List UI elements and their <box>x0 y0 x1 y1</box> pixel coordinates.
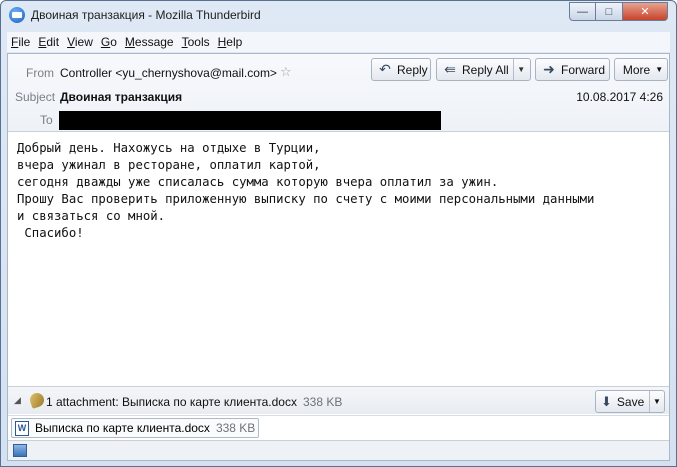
word-document-icon: W <box>15 420 29 436</box>
reply-button-label: Reply <box>397 62 428 77</box>
from-label: From <box>26 66 54 80</box>
save-dropdown-icon[interactable]: ▼ <box>649 391 664 412</box>
subject-value: Двоиная транзакция <box>60 90 183 104</box>
message-header: From Controller <yu_chernyshova@mail.com… <box>8 54 669 132</box>
window-title: Двоиная транзакция - Mozilla Thunderbird <box>31 8 261 22</box>
more-button[interactable]: More ▼ <box>614 58 668 81</box>
save-button-label: Save <box>616 394 645 409</box>
body-line: вчера ужинал в ресторане, оплатил картой… <box>17 158 321 172</box>
thunderbird-app-icon <box>9 7 25 23</box>
attachment-summary-text: 1 attachment: Выписка по карте клиента.d… <box>46 395 297 409</box>
to-label: To <box>40 113 53 127</box>
attachment-list: W Выписка по карте клиента.docx 338 KB <box>8 415 669 439</box>
forward-button[interactable]: ➜ Forward <box>535 58 610 81</box>
forward-arrow-icon: ➜ <box>543 61 555 77</box>
online-status-icon[interactable] <box>13 444 27 457</box>
window-controls: — □ ✕ <box>569 2 668 21</box>
status-bar <box>8 440 669 460</box>
menu-bar: File Edit View Go Message Tools Help <box>7 32 670 52</box>
body-line: сегодня дважды уже списалась сумма котор… <box>17 175 499 189</box>
star-icon[interactable]: ☆ <box>280 64 292 80</box>
message-body: Добрый день. Нахожусь на отдыхе в Турции… <box>17 140 657 242</box>
maximize-button[interactable]: □ <box>596 2 623 21</box>
close-button[interactable]: ✕ <box>623 2 668 21</box>
body-line: и связаться со мной. <box>17 209 166 223</box>
body-line: Спасибо! <box>17 226 84 240</box>
title-bar[interactable]: Двоиная транзакция - Mozilla Thunderbird… <box>1 1 676 31</box>
save-attachment-button[interactable]: ⬇ Save ▼ <box>595 390 665 413</box>
menu-edit[interactable]: Edit <box>38 35 59 49</box>
message-pane: From Controller <yu_chernyshova@mail.com… <box>7 53 670 461</box>
thunderbird-window: Двоиная транзакция - Mozilla Thunderbird… <box>0 0 677 467</box>
reply-button[interactable]: ↶ Reply <box>371 58 431 81</box>
paperclip-icon <box>28 391 46 409</box>
reply-arrow-icon: ↶ <box>379 61 391 77</box>
attachment-item[interactable]: W Выписка по карте клиента.docx 338 KB <box>11 418 259 438</box>
menu-message[interactable]: Message <box>125 35 174 49</box>
menu-help[interactable]: Help <box>218 35 243 49</box>
menu-tools[interactable]: Tools <box>182 35 210 49</box>
reply-all-arrow-icon: ⇚ <box>444 61 456 77</box>
attachment-summary[interactable]: 1 attachment: Выписка по карте клиента.d… <box>46 395 342 409</box>
download-arrow-icon: ⬇ <box>601 393 612 409</box>
menu-go[interactable]: Go <box>101 35 117 49</box>
redacted-recipient <box>59 111 441 130</box>
subject-label: Subject <box>15 90 56 104</box>
menu-file[interactable]: File <box>11 35 30 49</box>
forward-button-label: Forward <box>561 62 606 77</box>
collapse-twisty-icon[interactable]: ◢ <box>14 395 21 406</box>
attachment-name: Выписка по карте клиента.docx <box>35 421 210 435</box>
minimize-button[interactable]: — <box>569 2 596 21</box>
attachment-total-size: 338 KB <box>302 395 343 409</box>
more-dropdown-icon: ▼ <box>655 65 664 74</box>
reply-all-dropdown-icon[interactable]: ▼ <box>512 59 529 80</box>
more-button-label: More <box>622 62 651 77</box>
body-line: Прошу Вас проверить приложенную выписку … <box>17 192 595 206</box>
message-date: 10.08.2017 4:26 <box>576 90 663 104</box>
reply-all-button-label: Reply All <box>462 62 509 77</box>
menu-view[interactable]: View <box>67 35 93 49</box>
reply-all-button[interactable]: ⇚ Reply All ▼ <box>436 58 531 81</box>
body-line: Добрый день. Нахожусь на отдыхе в Турции… <box>17 141 321 155</box>
from-value[interactable]: Controller <yu_chernyshova@mail.com> <box>60 66 277 80</box>
attachment-bar: ◢ 1 attachment: Выписка по карте клиента… <box>8 386 669 414</box>
attachment-size: 338 KB <box>215 421 256 435</box>
